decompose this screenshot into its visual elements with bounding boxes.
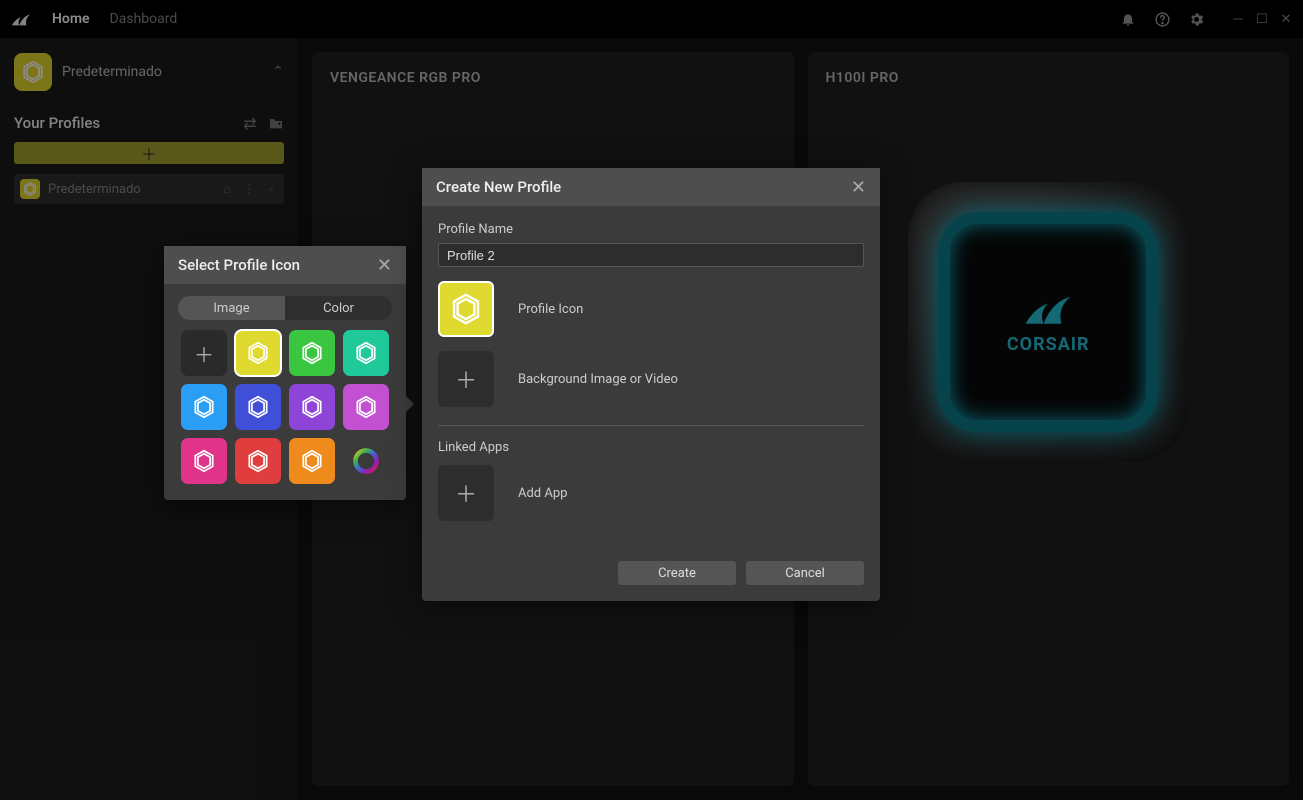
tab-color[interactable]: Color — [285, 296, 392, 320]
create-button[interactable]: Create — [618, 561, 736, 585]
icon-picker-close[interactable]: ✕ — [377, 255, 392, 276]
icon-option[interactable] — [343, 384, 389, 430]
profile-name-label: Profile Name — [438, 222, 864, 237]
icon-picker-modal: Select Profile Icon ✕ Image Color ＋ — [164, 246, 406, 500]
icon-option[interactable] — [235, 384, 281, 430]
icon-picker-tabs: Image Color — [178, 296, 392, 320]
profile-name-input[interactable] — [438, 243, 864, 267]
cancel-button[interactable]: Cancel — [746, 561, 864, 585]
tab-image[interactable]: Image — [178, 296, 285, 320]
icon-option[interactable] — [343, 330, 389, 376]
icon-picker-title: Select Profile Icon — [178, 256, 300, 274]
create-modal-close[interactable]: ✕ — [851, 177, 866, 198]
create-profile-modal: Create New Profile ✕ Profile Name Profil… — [422, 168, 880, 601]
linked-apps-label: Linked Apps — [438, 440, 864, 455]
icon-option[interactable] — [289, 438, 335, 484]
background-label: Background Image or Video — [518, 372, 678, 387]
icon-option-rainbow[interactable] — [343, 438, 389, 484]
profile-icon-preview[interactable] — [438, 281, 494, 337]
icon-option[interactable] — [289, 384, 335, 430]
add-background-button[interactable]: ＋ — [438, 351, 494, 407]
add-app-label: Add App — [518, 486, 567, 501]
icon-option[interactable] — [235, 438, 281, 484]
icon-option[interactable] — [289, 330, 335, 376]
icon-option[interactable] — [181, 384, 227, 430]
icon-option[interactable] — [181, 438, 227, 484]
add-app-button[interactable]: ＋ — [438, 465, 494, 521]
add-custom-icon[interactable]: ＋ — [181, 330, 227, 376]
icon-option[interactable] — [235, 330, 281, 376]
create-modal-title: Create New Profile — [436, 178, 561, 196]
divider — [438, 425, 864, 426]
popover-arrow — [406, 396, 414, 412]
profile-icon-label: Profile Icon — [518, 302, 583, 317]
